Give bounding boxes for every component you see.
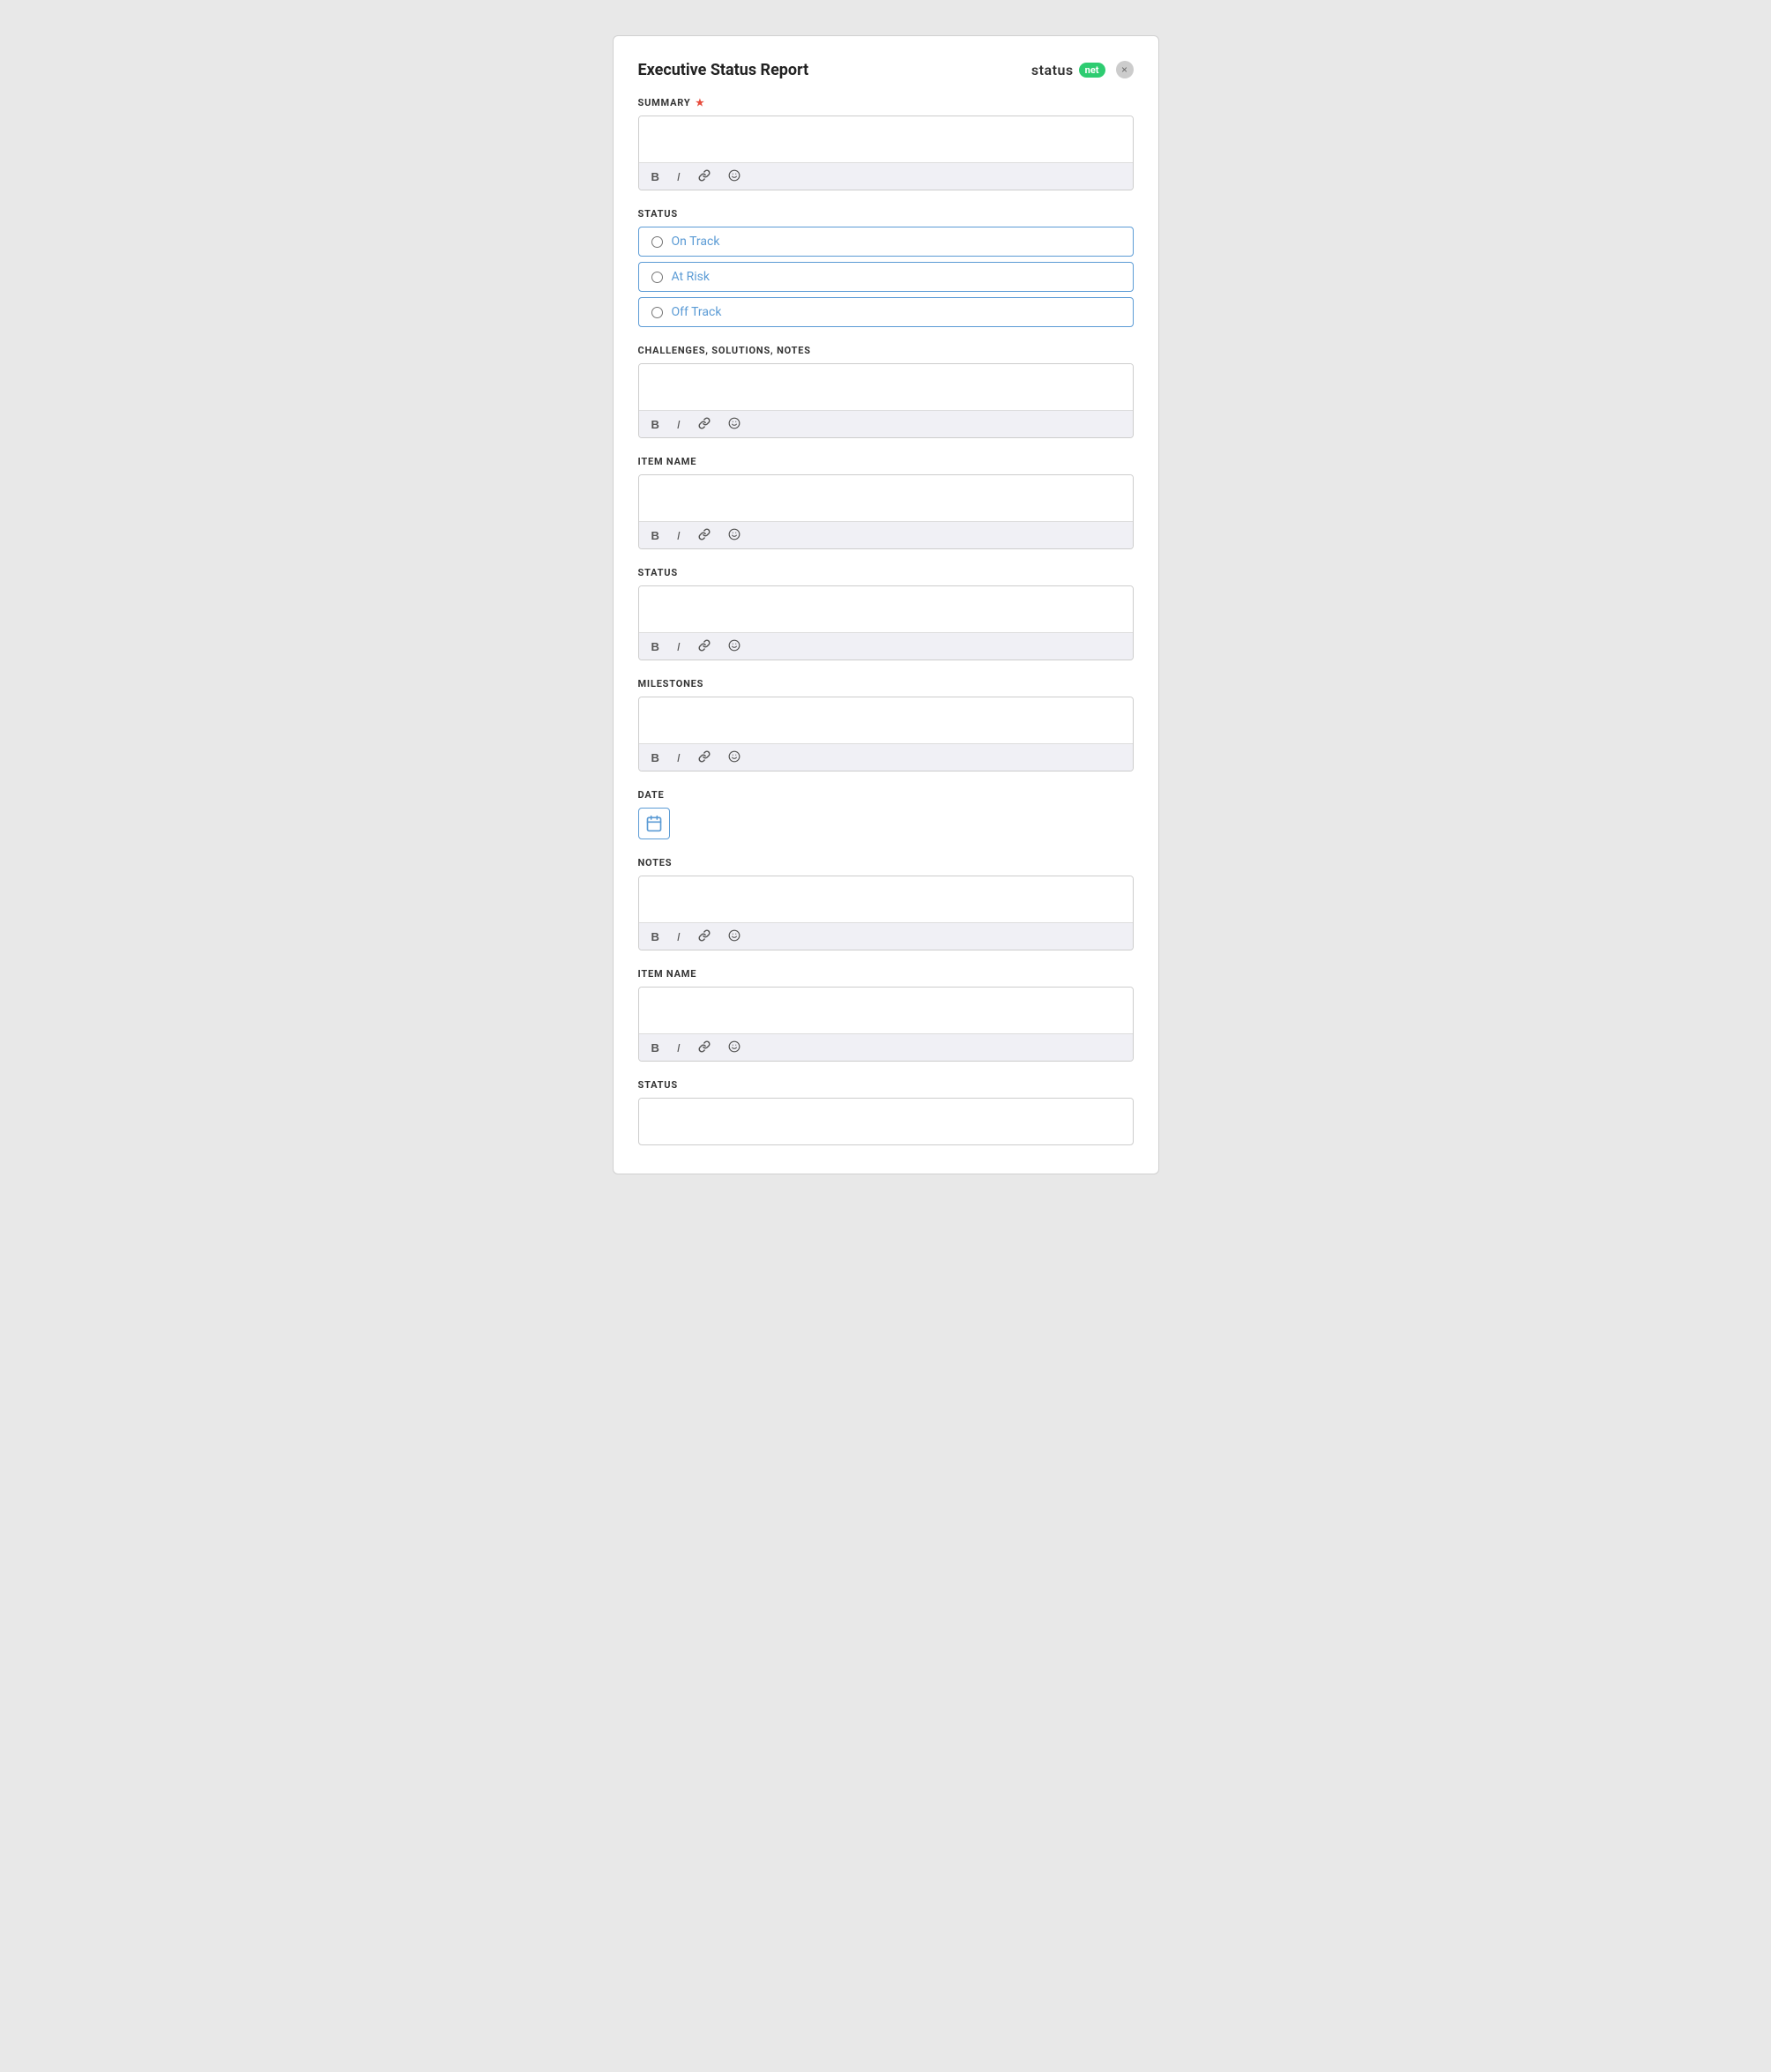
milestones-bold-button[interactable]: B (648, 750, 663, 765)
brand-badge: net (1079, 63, 1105, 78)
item1-emoji-button[interactable] (725, 526, 744, 544)
brand-area: status net × (1031, 61, 1134, 78)
summary-bold-button[interactable]: B (648, 169, 663, 184)
milestones-label: MILESTONES (638, 678, 1134, 689)
milestones-editor: B I (638, 697, 1134, 771)
status-3-label: STATUS (638, 1079, 1134, 1091)
item2-italic-button[interactable]: I (673, 1040, 684, 1055)
milestones-link-button[interactable] (695, 749, 714, 766)
notes-link-button[interactable] (695, 928, 714, 945)
item-name-2-editor: B I (638, 987, 1134, 1062)
item-name-1-section: ITEM NAME B I (638, 456, 1134, 549)
item-name-1-editor: B I (638, 474, 1134, 549)
challenges-editor: B I (638, 363, 1134, 438)
item-name-2-section: ITEM NAME B I (638, 968, 1134, 1062)
main-card: Executive Status Report status net × SUM… (613, 35, 1159, 1174)
required-star: ★ (696, 97, 705, 108)
brand-text: status (1031, 62, 1074, 78)
status-off-track-label: Off Track (672, 305, 722, 319)
notes-emoji-button[interactable] (725, 928, 744, 945)
card-title: Executive Status Report (638, 61, 809, 79)
status-label: STATUS (638, 208, 1134, 220)
item2-bold-button[interactable]: B (648, 1040, 663, 1055)
status-2-label: STATUS (638, 567, 1134, 578)
challenges-link-button[interactable] (695, 415, 714, 433)
summary-italic-button[interactable]: I (673, 169, 684, 184)
challenges-toolbar: B I (639, 410, 1133, 437)
challenges-bold-button[interactable]: B (648, 417, 663, 432)
milestones-emoji-button[interactable] (725, 749, 744, 766)
milestones-section: MILESTONES B I (638, 678, 1134, 771)
date-section: DATE (638, 789, 1134, 839)
summary-link-button[interactable] (695, 168, 714, 185)
status-2-input[interactable] (639, 586, 1133, 629)
status-at-risk-label: At Risk (672, 270, 710, 284)
status-off-track[interactable]: Off Track (638, 297, 1134, 327)
milestones-toolbar: B I (639, 743, 1133, 771)
status-at-risk[interactable]: At Risk (638, 262, 1134, 292)
notes-toolbar: B I (639, 922, 1133, 950)
status2-bold-button[interactable]: B (648, 639, 663, 654)
status2-italic-button[interactable]: I (673, 639, 684, 654)
card-header: Executive Status Report status net × (638, 61, 1134, 79)
challenges-italic-button[interactable]: I (673, 417, 684, 432)
summary-editor: B I (638, 116, 1134, 190)
status-at-risk-radio[interactable] (651, 272, 663, 283)
status-section: STATUS On Track At Risk Off Track (638, 208, 1134, 327)
milestones-input[interactable] (639, 697, 1133, 740)
status2-link-button[interactable] (695, 637, 714, 655)
item-name-1-input[interactable] (639, 475, 1133, 518)
status-2-toolbar: B I (639, 632, 1133, 660)
milestones-italic-button[interactable]: I (673, 750, 684, 765)
item-name-1-toolbar: B I (639, 521, 1133, 548)
status-3-section: STATUS (638, 1079, 1134, 1145)
summary-emoji-button[interactable] (725, 168, 744, 185)
item1-link-button[interactable] (695, 526, 714, 544)
challenges-section: CHALLENGES, SOLUTIONS, NOTES B I (638, 345, 1134, 438)
date-picker-button[interactable] (638, 808, 670, 839)
item2-emoji-button[interactable] (725, 1039, 744, 1056)
status-on-track-label: On Track (672, 235, 720, 249)
close-icon: × (1121, 63, 1127, 76)
notes-bold-button[interactable]: B (648, 929, 663, 944)
challenges-input[interactable] (639, 364, 1133, 406)
status-on-track[interactable]: On Track (638, 227, 1134, 257)
status-2-editor: B I (638, 585, 1134, 660)
status-2-section: STATUS B I (638, 567, 1134, 660)
status-3-editor (638, 1098, 1134, 1145)
notes-italic-button[interactable]: I (673, 929, 684, 944)
notes-input[interactable] (639, 876, 1133, 919)
challenges-emoji-button[interactable] (725, 415, 744, 433)
challenges-label: CHALLENGES, SOLUTIONS, NOTES (638, 345, 1134, 356)
notes-section: NOTES B I (638, 857, 1134, 950)
notes-label: NOTES (638, 857, 1134, 868)
status-3-input[interactable] (639, 1099, 1133, 1141)
calendar-icon (645, 815, 663, 832)
date-label: DATE (638, 789, 1134, 801)
item-name-2-label: ITEM NAME (638, 968, 1134, 980)
status-off-track-radio[interactable] (651, 307, 663, 318)
summary-input[interactable] (639, 116, 1133, 159)
summary-label: SUMMARY ★ (638, 97, 1134, 108)
item2-link-button[interactable] (695, 1039, 714, 1056)
summary-section: SUMMARY ★ B I (638, 97, 1134, 190)
item1-bold-button[interactable]: B (648, 528, 663, 543)
close-button[interactable]: × (1116, 61, 1134, 78)
item-name-2-toolbar: B I (639, 1033, 1133, 1061)
item-name-2-input[interactable] (639, 988, 1133, 1030)
item1-italic-button[interactable]: I (673, 528, 684, 543)
status-on-track-radio[interactable] (651, 236, 663, 248)
notes-editor: B I (638, 876, 1134, 950)
summary-toolbar: B I (639, 162, 1133, 190)
item-name-1-label: ITEM NAME (638, 456, 1134, 467)
status2-emoji-button[interactable] (725, 637, 744, 655)
